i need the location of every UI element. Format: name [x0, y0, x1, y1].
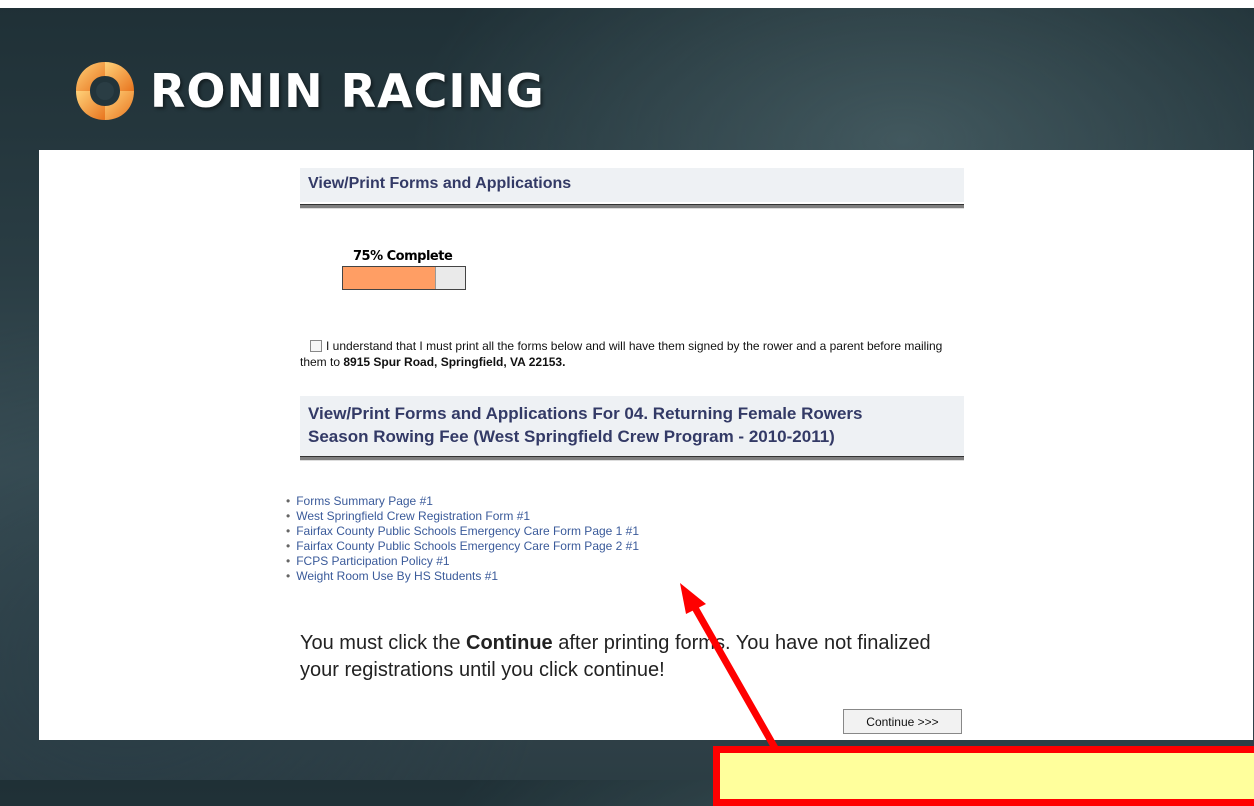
- section-header-program: View/Print Forms and Applications For 04…: [300, 396, 964, 456]
- section-header-divider: [300, 204, 964, 209]
- list-item: • Fairfax County Public Schools Emergency…: [286, 539, 640, 553]
- progress-label: 75% Complete: [353, 249, 453, 264]
- continue-notice: You must click the Continue after printi…: [300, 630, 960, 684]
- section-header-forms: View/Print Forms and Applications: [300, 168, 964, 202]
- progress-bar: [342, 266, 466, 290]
- continue-button[interactable]: Continue >>>: [843, 709, 962, 734]
- brand-logo[interactable]: RONIN RACING: [70, 56, 545, 126]
- brand-name: RONIN RACING: [150, 64, 545, 118]
- program-header-line2: Season Rowing Fee (West Springfield Crew…: [308, 427, 835, 446]
- list-item: • West Springfield Crew Registration Form…: [286, 509, 531, 523]
- form-link-weight-room[interactable]: Weight Room Use By HS Students #1: [296, 569, 498, 583]
- form-link-participation-policy[interactable]: FCPS Participation Policy #1: [296, 554, 449, 568]
- list-item: • FCPS Participation Policy #1: [286, 554, 450, 568]
- list-item: • Forms Summary Page #1: [286, 494, 433, 508]
- mailing-address: 8915 Spur Road, Springfield, VA 22153.: [343, 355, 566, 369]
- agreement-text: I understand that I must print all the f…: [300, 338, 960, 370]
- notice-part1: You must click the: [300, 632, 467, 654]
- annotation-callout: [713, 746, 1254, 806]
- agreement-checkbox[interactable]: [310, 340, 322, 352]
- form-link-emergency-page1[interactable]: Fairfax County Public Schools Emergency …: [296, 524, 639, 538]
- section-header-forms-title: View/Print Forms and Applications: [308, 175, 572, 192]
- forms-list: • Forms Summary Page #1 • West Springfield…: [286, 494, 639, 584]
- notice-bold: Continue: [466, 632, 553, 654]
- ronin-logo-icon: [76, 62, 134, 120]
- program-header-line1: View/Print Forms and Applications For 04…: [308, 404, 863, 423]
- form-link-emergency-page2[interactable]: Fairfax County Public Schools Emergency …: [296, 539, 639, 553]
- list-item: • Weight Room Use By HS Students #1: [286, 569, 499, 583]
- form-link-registration[interactable]: West Springfield Crew Registration Form …: [296, 509, 530, 523]
- form-link-summary[interactable]: Forms Summary Page #1: [296, 494, 433, 508]
- progress-bar-fill: [343, 267, 436, 289]
- top-border: [0, 0, 1254, 8]
- list-item: • Fairfax County Public Schools Emergency…: [286, 524, 640, 538]
- program-header-divider: [300, 456, 964, 461]
